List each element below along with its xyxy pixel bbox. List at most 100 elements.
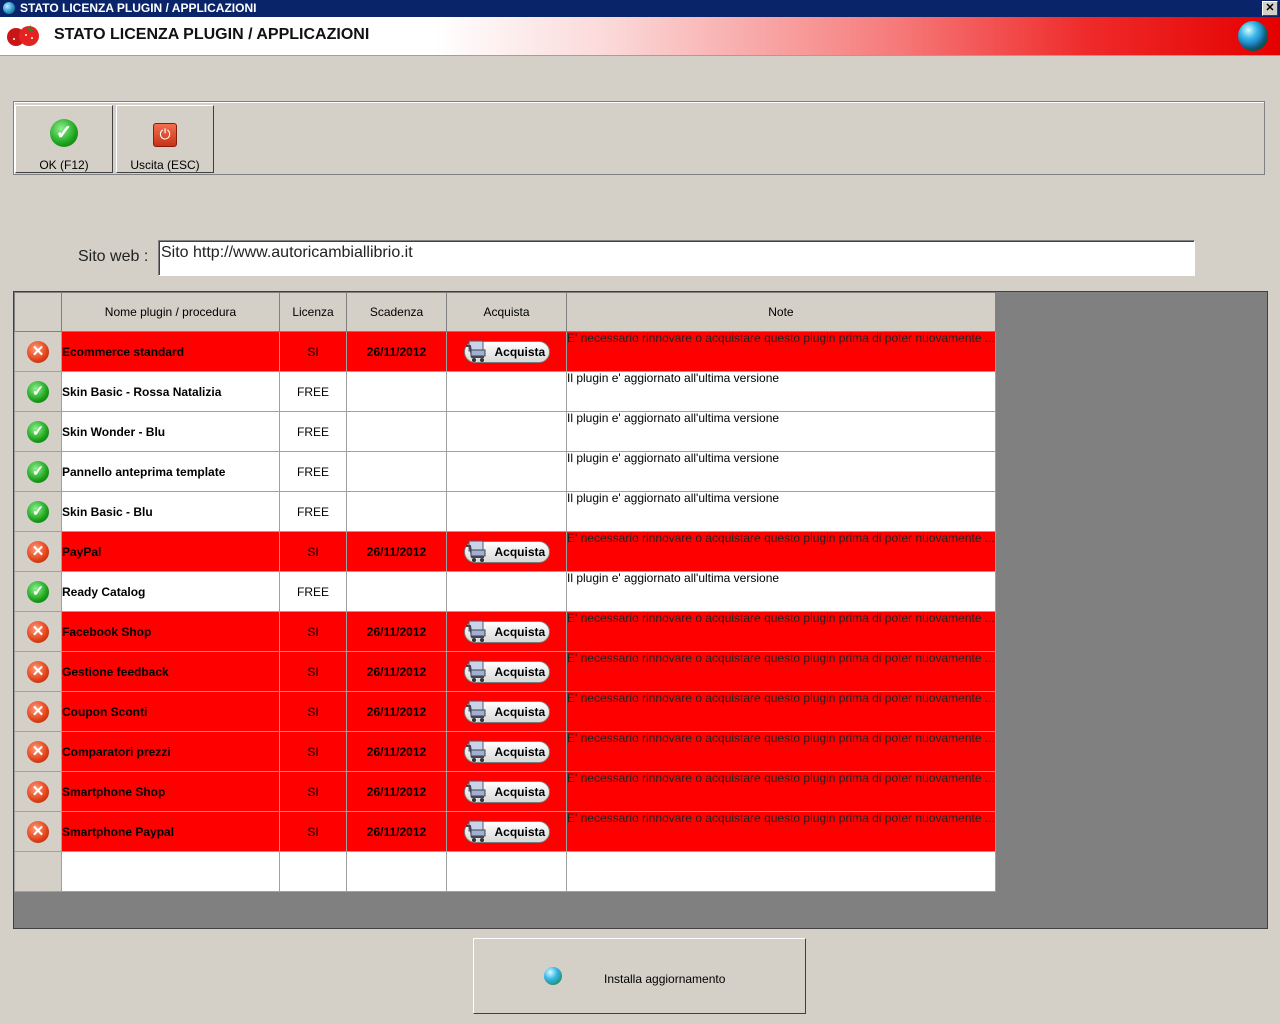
empty-cell <box>566 851 996 892</box>
table-row[interactable]: ✕ Ecommerce standard SI 26/11/2012 Acquista E… <box>14 331 996 372</box>
plugins-table: Nome plugin / procedura Licenza Scadenza… <box>14 292 996 892</box>
buy-button-label: Acquista <box>494 544 546 559</box>
error-x-icon: ✕ <box>27 820 49 843</box>
plugin-note: Il plugin e' aggiornato all'ultima versi… <box>566 571 996 612</box>
error-x-icon: ✕ <box>27 660 49 683</box>
plugin-name: Ready Catalog <box>61 571 280 612</box>
plugin-buy-cell <box>446 411 567 452</box>
plugin-name: Facebook Shop <box>61 611 280 652</box>
plugin-name: Pannello anteprima template <box>61 451 280 492</box>
table-row[interactable]: ✓ Skin Basic - Rossa Natalizia FREE Il plug… <box>14 371 996 412</box>
plugin-note: E' necessario rinnovare o acquistare que… <box>566 651 996 692</box>
plugin-note: Il plugin e' aggiornato all'ultima versi… <box>566 451 996 492</box>
empty-cell <box>61 851 280 892</box>
plugin-license: FREE <box>279 411 347 452</box>
plugin-name: Smartphone Shop <box>61 771 280 812</box>
row-status-cell: ✓ <box>14 411 62 452</box>
buy-button[interactable]: Acquista <box>463 780 550 803</box>
table-row[interactable]: ✓ Skin Wonder - Blu FREE Il plugin e' aggio… <box>14 411 996 452</box>
plugin-expiry: 26/11/2012 <box>346 731 447 772</box>
header-buy[interactable]: Acquista <box>446 292 567 332</box>
plugin-expiry: 26/11/2012 <box>346 611 447 652</box>
plugin-buy-cell <box>446 491 567 532</box>
exit-button[interactable]: ⏻ Uscita (ESC) <box>116 105 214 173</box>
app-icon <box>3 2 15 14</box>
globe-download-icon <box>544 967 562 985</box>
buy-button[interactable]: Acquista <box>463 740 550 763</box>
cart-icon <box>465 620 485 642</box>
site-input[interactable]: Sito http://www.autoricambiallibrio.it <box>158 240 1195 276</box>
header-expiry[interactable]: Scadenza <box>346 292 447 332</box>
title-bar: STATO LICENZA PLUGIN / APPLICAZIONI ✕ <box>0 0 1280 17</box>
plugin-name: Gestione feedback <box>61 651 280 692</box>
plugin-buy-cell: Acquista <box>446 691 567 732</box>
plugin-note: Il plugin e' aggiornato all'ultima versi… <box>566 371 996 412</box>
table-row[interactable]: ✓ Skin Basic - Blu FREE Il plugin e' aggior… <box>14 491 996 532</box>
plugin-expiry: 26/11/2012 <box>346 531 447 572</box>
plugin-buy-cell: Acquista <box>446 731 567 772</box>
header-license[interactable]: Licenza <box>279 292 347 332</box>
site-label: Sito web : <box>78 248 149 265</box>
table-row-empty <box>14 851 996 892</box>
plugin-name: Skin Wonder - Blu <box>61 411 280 452</box>
row-status-cell: ✕ <box>14 531 62 572</box>
cart-icon <box>465 820 485 842</box>
buy-button-label: Acquista <box>494 624 546 639</box>
header-note[interactable]: Note <box>566 292 996 332</box>
buy-button[interactable]: Acquista <box>463 700 550 723</box>
empty-cell <box>446 851 567 892</box>
buy-button[interactable]: Acquista <box>463 620 550 643</box>
table-row[interactable]: ✕ Comparatori prezzi SI 26/11/2012 Acquista E… <box>14 731 996 772</box>
check-icon: ✓ <box>50 119 78 147</box>
table-header-row: Nome plugin / procedura Licenza Scadenza… <box>14 292 996 332</box>
buy-button[interactable]: Acquista <box>463 340 550 363</box>
buy-button[interactable]: Acquista <box>463 660 550 683</box>
header-indicator <box>14 292 62 332</box>
plugin-name: Coupon Sconti <box>61 691 280 732</box>
cart-icon <box>465 540 485 562</box>
buy-button-label: Acquista <box>494 704 546 719</box>
error-x-icon: ✕ <box>27 780 49 803</box>
plugin-expiry <box>346 451 447 492</box>
table-row[interactable]: ✕ PayPal SI 26/11/2012 Acquista E' necessario… <box>14 531 996 572</box>
plugin-license: SI <box>279 331 347 372</box>
check-icon: ✓ <box>27 500 49 523</box>
window-title: STATO LICENZA PLUGIN / APPLICAZIONI <box>20 1 257 15</box>
plugin-expiry: 26/11/2012 <box>346 811 447 852</box>
plugin-buy-cell: Acquista <box>446 651 567 692</box>
table-row[interactable]: ✕ Coupon Sconti SI 26/11/2012 Acquista E' nec… <box>14 691 996 732</box>
cart-icon <box>465 740 485 762</box>
plugin-expiry <box>346 571 447 612</box>
plugin-name: Skin Basic - Blu <box>61 491 280 532</box>
close-button[interactable]: ✕ <box>1262 1 1278 16</box>
plugin-buy-cell: Acquista <box>446 331 567 372</box>
plugin-buy-cell <box>446 371 567 412</box>
error-x-icon: ✕ <box>27 700 49 723</box>
plugin-license: SI <box>279 691 347 732</box>
header-banner: STATO LICENZA PLUGIN / APPLICAZIONI <box>0 17 1280 56</box>
ok-button[interactable]: ✓ OK (F12) <box>15 105 113 173</box>
buy-button-label: Acquista <box>494 824 546 839</box>
buy-button[interactable]: Acquista <box>463 540 550 563</box>
table-row[interactable]: ✕ Facebook Shop SI 26/11/2012 Acquista E' nec… <box>14 611 996 652</box>
check-icon: ✓ <box>27 460 49 483</box>
buy-button-label: Acquista <box>494 664 546 679</box>
table-row[interactable]: ✕ Smartphone Paypal SI 26/11/2012 Acquista E'… <box>14 811 996 852</box>
header-name[interactable]: Nome plugin / procedura <box>61 292 280 332</box>
ok-button-label: OK (F12) <box>39 158 89 172</box>
install-update-button[interactable]: Installa aggiornamento <box>473 938 806 1014</box>
plugin-license: FREE <box>279 451 347 492</box>
plugin-buy-cell: Acquista <box>446 811 567 852</box>
row-status-cell: ✓ <box>14 371 62 412</box>
table-row[interactable]: ✓ Pannello anteprima template FREE Il plugi… <box>14 451 996 492</box>
plugin-expiry: 26/11/2012 <box>346 771 447 812</box>
plugin-expiry <box>346 411 447 452</box>
plugin-name: Ecommerce standard <box>61 331 280 372</box>
buy-button-label: Acquista <box>494 344 546 359</box>
table-row[interactable]: ✓ Ready Catalog FREE Il plugin e' aggiornat… <box>14 571 996 612</box>
error-x-icon: ✕ <box>27 340 49 363</box>
buy-button[interactable]: Acquista <box>463 820 550 843</box>
table-row[interactable]: ✕ Gestione feedback SI 26/11/2012 Acquista E'… <box>14 651 996 692</box>
power-icon: ⏻ <box>153 123 177 147</box>
table-row[interactable]: ✕ Smartphone Shop SI 26/11/2012 Acquista E' n… <box>14 771 996 812</box>
